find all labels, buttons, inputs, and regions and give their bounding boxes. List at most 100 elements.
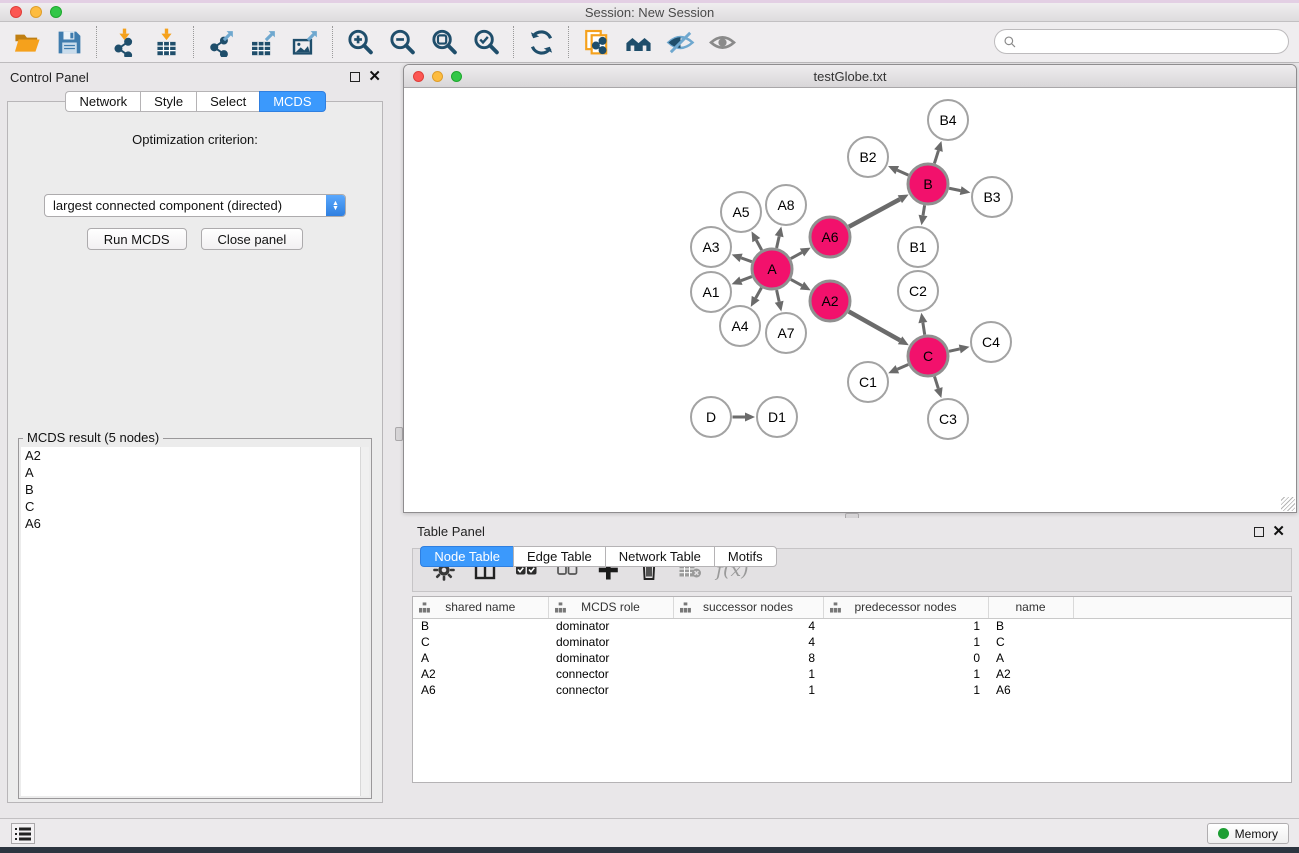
refresh-button[interactable] (520, 24, 562, 60)
export-table-button[interactable] (242, 24, 284, 60)
open-folder-button[interactable] (6, 24, 48, 60)
first-neighbors-button[interactable] (617, 24, 659, 60)
result-scrollbar[interactable] (360, 447, 369, 796)
edge-A-A7[interactable] (775, 290, 784, 312)
close-table-panel-icon[interactable]: ✕ (1272, 527, 1285, 537)
graph-node-C[interactable]: C (908, 336, 948, 376)
tab-mcds[interactable]: MCDS (259, 91, 325, 112)
graph-node-B2[interactable]: B2 (848, 137, 888, 177)
mcds-result-item[interactable]: A (21, 464, 369, 481)
export-image-icon (291, 28, 320, 57)
zoom-in-button[interactable] (339, 24, 381, 60)
hide-selected-button[interactable] (659, 24, 701, 60)
svg-text:A5: A5 (732, 204, 749, 220)
edge-A6-B[interactable] (849, 194, 909, 226)
window-resize-grip[interactable] (1281, 497, 1295, 511)
graph-node-B3[interactable]: B3 (972, 177, 1012, 217)
graph-node-D1[interactable]: D1 (757, 397, 797, 437)
network-window-titlebar[interactable]: testGlobe.txt (404, 65, 1296, 88)
tab-motifs[interactable]: Motifs (714, 546, 777, 567)
memory-button[interactable]: Memory (1207, 823, 1289, 844)
graph-node-C1[interactable]: C1 (848, 362, 888, 402)
float-table-panel-icon[interactable] (1254, 527, 1264, 537)
tab-network[interactable]: Network (65, 91, 140, 112)
zoom-out-button[interactable] (381, 24, 423, 60)
zoom-fit-button[interactable] (423, 24, 465, 60)
edge-A-A3[interactable] (732, 254, 752, 262)
edge-C-C2[interactable] (918, 313, 927, 335)
tab-select[interactable]: Select (196, 91, 259, 112)
edge-C-C4[interactable] (949, 345, 970, 354)
graph-node-B4[interactable]: B4 (928, 100, 968, 140)
graph-node-A2[interactable]: A2 (810, 281, 850, 321)
edge-B-B2[interactable] (888, 166, 908, 175)
graph-node-C4[interactable]: C4 (971, 322, 1011, 362)
tab-network-table[interactable]: Network Table (605, 546, 714, 567)
edge-A-A6[interactable] (791, 248, 811, 259)
column-header-name[interactable]: name (988, 597, 1073, 618)
new-network-from-selection-button[interactable] (575, 24, 617, 60)
graph-node-A[interactable]: A (752, 249, 792, 289)
task-history-button[interactable] (11, 823, 35, 844)
svg-text:A1: A1 (702, 284, 719, 300)
edge-B-B3[interactable] (949, 186, 970, 195)
mcds-result-item[interactable]: A2 (21, 447, 369, 464)
graph-node-A8[interactable]: A8 (766, 185, 806, 225)
graph-node-A4[interactable]: A4 (720, 306, 760, 346)
graph-node-A7[interactable]: A7 (766, 313, 806, 353)
import-network-button[interactable] (103, 24, 145, 60)
edge-D-D1[interactable] (733, 413, 756, 422)
export-network-button[interactable] (200, 24, 242, 60)
search-box[interactable] (994, 29, 1289, 54)
edge-A-A1[interactable] (732, 276, 752, 284)
float-panel-icon[interactable] (350, 72, 360, 82)
graph-node-A3[interactable]: A3 (691, 227, 731, 267)
svg-text:A: A (767, 261, 777, 277)
graph-node-B[interactable]: B (908, 164, 948, 204)
edge-A-A4[interactable] (751, 288, 762, 307)
criterion-selected-value: largest connected component (directed) (45, 198, 326, 213)
graph-node-A6[interactable]: A6 (810, 217, 850, 257)
edge-B-B4[interactable] (934, 141, 943, 163)
close-panel-button[interactable]: Close panel (201, 228, 304, 250)
column-header-predecessor-nodes[interactable]: predecessor nodes (823, 597, 988, 618)
edge-C-C1[interactable] (888, 365, 908, 374)
network-view-window: testGlobe.txt A A1 A2 A3 A4 A5 A6 A7 A8 B B1 B2 B3B4… (403, 64, 1297, 513)
import-table-button[interactable] (145, 24, 187, 60)
mcds-result-item[interactable]: B (21, 481, 369, 498)
zoom-out-icon (388, 28, 417, 57)
search-input[interactable] (1021, 35, 1271, 49)
graph-node-C3[interactable]: C3 (928, 399, 968, 439)
tab-edge-table[interactable]: Edge Table (513, 546, 605, 567)
show-all-icon (708, 28, 737, 57)
network-canvas[interactable]: A A1 A2 A3 A4 A5 A6 A7 A8 B B1 B2 B3B4 C C1 C2 C3C4 D D1 (404, 88, 1296, 512)
close-panel-icon[interactable]: ✕ (368, 72, 381, 82)
graph-node-D[interactable]: D (691, 397, 731, 437)
mcds-result-item[interactable]: A6 (21, 515, 369, 532)
graph-node-A1[interactable]: A1 (691, 272, 731, 312)
export-image-button[interactable] (284, 24, 326, 60)
tab-node-table[interactable]: Node Table (420, 546, 513, 567)
edge-C-C3[interactable] (934, 376, 943, 398)
mcds-result-item[interactable]: C (21, 498, 369, 515)
svg-text:A8: A8 (777, 197, 794, 213)
graph-node-C2[interactable]: C2 (898, 271, 938, 311)
edge-B-B1[interactable] (919, 205, 928, 225)
edge-A-A8[interactable] (775, 226, 784, 248)
mcds-tab-content: Optimization criterion: largest connecte… (7, 101, 383, 803)
tab-style[interactable]: Style (140, 91, 196, 112)
save-session-button[interactable] (48, 24, 90, 60)
zoom-fit-icon (430, 28, 459, 57)
graph-node-B1[interactable]: B1 (898, 227, 938, 267)
edge-A-A2[interactable] (791, 279, 811, 290)
criterion-dropdown[interactable]: largest connected component (directed) ▲… (44, 194, 346, 217)
show-all-button[interactable] (701, 24, 743, 60)
mcds-result-list[interactable]: A2ABCA6 (21, 447, 369, 796)
edge-A2-C[interactable] (849, 312, 909, 346)
vertical-splitter-grip[interactable] (395, 427, 403, 441)
zoom-selected-button[interactable] (465, 24, 507, 60)
run-mcds-button[interactable]: Run MCDS (87, 228, 187, 250)
edge-A-A5[interactable] (752, 231, 762, 250)
graph-node-A5[interactable]: A5 (721, 192, 761, 232)
network-graph[interactable]: A A1 A2 A3 A4 A5 A6 A7 A8 B B1 B2 B3B4 C C1 C2 C3C4 D D1 (404, 88, 1296, 512)
